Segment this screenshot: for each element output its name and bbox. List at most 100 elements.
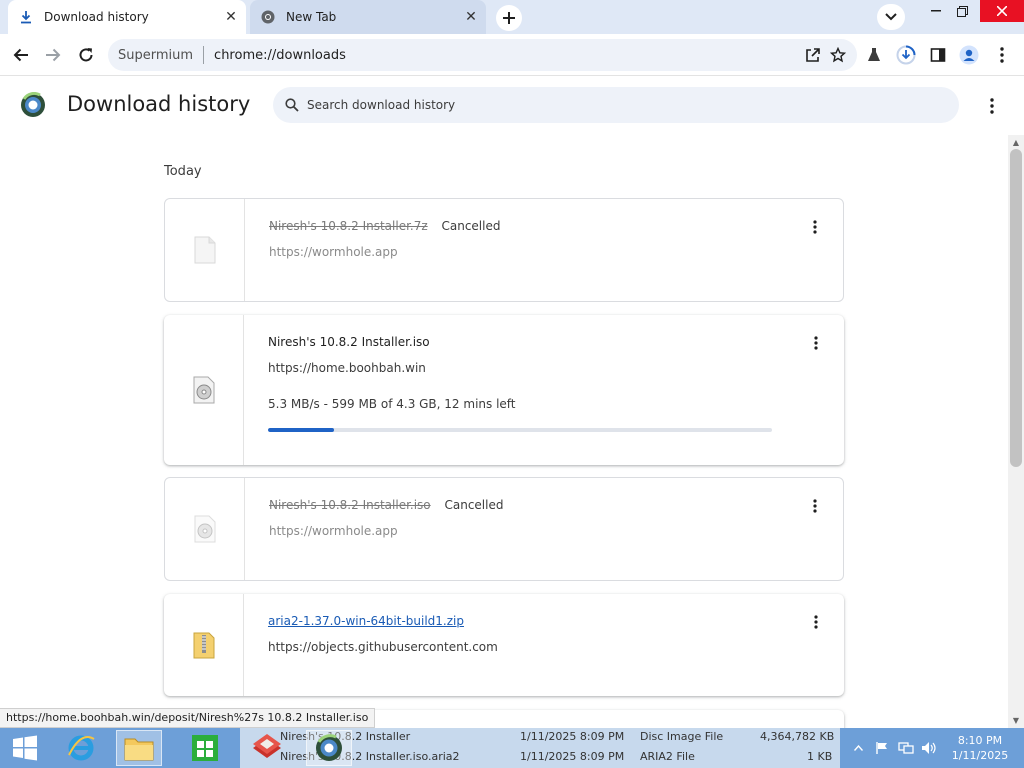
scroll-up-arrow-icon[interactable]: ▲ xyxy=(1008,135,1024,149)
restore-button[interactable] xyxy=(947,0,977,22)
file-icon-column xyxy=(164,594,244,696)
disc-image-icon xyxy=(194,515,215,543)
taskbar-supermium[interactable] xyxy=(306,730,352,766)
flask-icon xyxy=(868,48,880,61)
taskbar-internet-explorer[interactable] xyxy=(58,730,104,766)
supermium-icon xyxy=(316,734,342,761)
download-item-in-progress: Niresh's 10.8.2 Installer.iso https://ho… xyxy=(164,315,844,465)
progress-text: 5.3 MB/s - 599 MB of 4.3 GB, 12 mins lef… xyxy=(268,397,516,411)
downloads-header: Download history xyxy=(0,77,1024,135)
more-vertical-icon xyxy=(813,499,817,513)
taskbar-file-explorer[interactable] xyxy=(116,730,162,766)
item-more-button[interactable] xyxy=(806,333,826,353)
scrollbar-thumb[interactable] xyxy=(1010,149,1022,467)
taskbar-app-red[interactable] xyxy=(244,730,290,766)
clock-date: 1/11/2025 xyxy=(951,749,1009,762)
file-name[interactable]: Niresh's 10.8.2 Installer.iso xyxy=(268,335,430,349)
file-row-type: Disc Image File xyxy=(640,730,724,743)
tab-download-history[interactable]: Download history ✕ xyxy=(8,0,246,34)
scrollbar[interactable]: ▲ ▼ xyxy=(1008,135,1024,729)
close-tab-button[interactable]: ✕ xyxy=(460,6,482,28)
search-box[interactable] xyxy=(273,87,959,123)
labs-button[interactable] xyxy=(862,43,886,67)
restore-icon xyxy=(956,5,968,17)
item-more-button[interactable] xyxy=(806,612,826,632)
site-name: Supermium xyxy=(118,47,194,63)
reload-button[interactable] xyxy=(73,42,99,68)
more-vertical-icon xyxy=(1000,47,1004,63)
volume-icon[interactable] xyxy=(921,740,937,756)
supermium-logo-icon xyxy=(20,91,46,118)
url-text: chrome://downloads xyxy=(214,47,346,63)
side-panel-button[interactable] xyxy=(926,43,950,67)
back-button[interactable] xyxy=(8,42,34,68)
file-row-size: 1 KB xyxy=(807,750,833,763)
download-item: Niresh's 10.8.2 Installer.7z Cancelled h… xyxy=(164,198,844,302)
generic-file-icon xyxy=(194,236,215,264)
side-panel-icon xyxy=(930,48,946,62)
search-input[interactable] xyxy=(307,98,907,112)
tab-strip: Download history ✕ New Tab ✕ xyxy=(0,0,1024,34)
address-bar[interactable]: Supermium chrome://downloads xyxy=(108,39,857,71)
download-icon xyxy=(18,9,34,25)
item-more-button[interactable] xyxy=(805,217,825,237)
source-url[interactable]: https://wormhole.app xyxy=(269,524,398,538)
download-item: aria2-1.37.0-win-64bit-build1.zip https:… xyxy=(164,594,844,696)
tab-search-button[interactable] xyxy=(877,4,905,30)
profile-icon xyxy=(959,45,979,65)
store-icon xyxy=(192,735,218,761)
divider xyxy=(203,46,205,64)
file-line: Niresh's 10.8.2 Installer.iso xyxy=(268,335,430,349)
scroll-down-arrow-icon[interactable]: ▼ xyxy=(1008,713,1024,727)
star-icon xyxy=(830,47,846,63)
file-row-date: 1/11/2025 8:09 PM xyxy=(520,730,625,743)
close-tab-button[interactable]: ✕ xyxy=(220,6,242,28)
source-url[interactable]: https://home.boohbah.win xyxy=(268,361,426,375)
file-icon-column xyxy=(165,199,245,301)
file-icon-column xyxy=(165,478,245,580)
file-line: Niresh's 10.8.2 Installer.7z Cancelled xyxy=(269,219,500,233)
close-icon xyxy=(997,6,1007,16)
share-button[interactable] xyxy=(801,43,825,67)
tray-overflow-icon[interactable] xyxy=(850,740,866,756)
arrow-left-icon xyxy=(13,48,28,62)
source-url[interactable]: https://wormhole.app xyxy=(269,245,398,259)
source-url[interactable]: https://objects.githubusercontent.com xyxy=(268,640,498,654)
file-name-link[interactable]: aria2-1.37.0-win-64bit-build1.zip xyxy=(268,614,464,628)
close-window-button[interactable] xyxy=(980,0,1024,22)
minimize-icon xyxy=(931,10,941,12)
progress-bar-fill xyxy=(268,428,334,432)
link-status-bubble: https://home.boohbah.win/deposit/Niresh%… xyxy=(0,708,376,728)
new-tab-button[interactable] xyxy=(496,5,522,31)
file-line: aria2-1.37.0-win-64bit-build1.zip xyxy=(268,614,464,628)
bookmark-button[interactable] xyxy=(826,43,850,67)
tab-title: Download history xyxy=(44,10,149,24)
reload-icon xyxy=(79,48,93,62)
profile-button[interactable] xyxy=(957,43,981,67)
stack-app-icon xyxy=(253,734,281,758)
windows-logo-icon xyxy=(13,735,37,761)
file-icon-column xyxy=(164,315,244,465)
file-row-date: 1/11/2025 8:09 PM xyxy=(520,750,625,763)
plus-icon xyxy=(503,12,515,24)
tab-new-tab[interactable]: New Tab ✕ xyxy=(250,0,486,34)
download-status: Cancelled xyxy=(441,219,501,233)
browser-toolbar: Supermium chrome://downloads xyxy=(0,34,1024,76)
item-more-button[interactable] xyxy=(805,496,825,516)
chevron-down-icon xyxy=(885,13,897,21)
more-vertical-icon xyxy=(990,98,994,114)
search-icon xyxy=(285,98,299,112)
internet-explorer-icon xyxy=(68,735,95,761)
start-button[interactable] xyxy=(2,730,48,766)
taskbar-store[interactable] xyxy=(182,730,228,766)
action-center-flag-icon[interactable] xyxy=(874,740,890,756)
network-icon[interactable] xyxy=(898,740,914,756)
forward-button[interactable] xyxy=(40,42,66,68)
date-heading: Today xyxy=(164,164,202,179)
downloads-menu-button[interactable] xyxy=(980,94,1004,118)
browser-menu-button[interactable] xyxy=(990,43,1014,67)
system-clock[interactable]: 8:10 PM 1/11/2025 xyxy=(944,733,1016,763)
downloads-button[interactable] xyxy=(894,43,918,67)
file-row-size: 4,364,782 KB xyxy=(760,730,835,743)
arrow-right-icon xyxy=(46,48,61,62)
